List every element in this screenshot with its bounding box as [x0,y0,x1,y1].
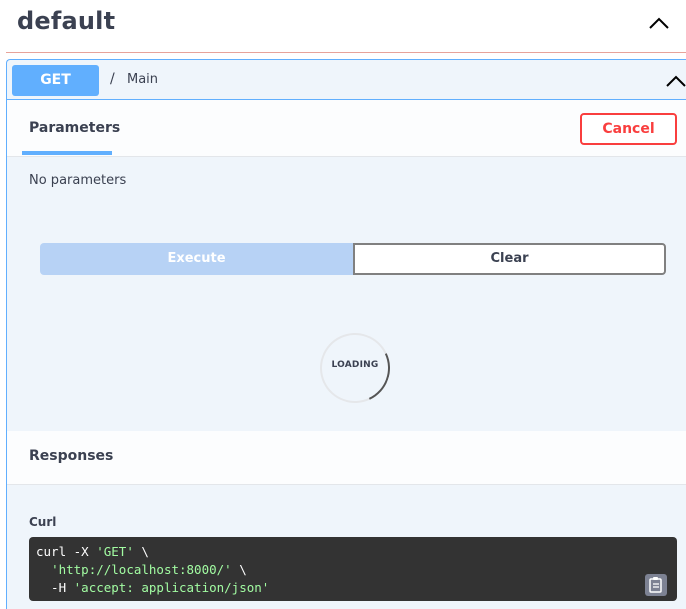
chevron-up-icon[interactable] [648,15,670,31]
curl-line: -H 'accept: application/json' [36,579,670,597]
tab-active-indicator [22,151,112,155]
curl-label: Curl [29,515,57,529]
loading-spinner: LOADING [310,323,400,413]
method-badge: GET [12,65,99,96]
responses-title: Responses [29,448,114,464]
curl-string: 'accept: application/json' [73,580,270,595]
curl-text: -H [36,580,74,595]
loading-text: LOADING [331,360,379,370]
execute-button[interactable]: Execute [40,243,353,275]
parameters-header: Parameters Cancel [7,100,686,157]
curl-string: 'GET' [96,544,134,559]
clear-button[interactable]: Clear [353,243,666,275]
operation-block: GET / Main Parameters Cancel No paramete… [6,59,686,609]
tab-parameters[interactable]: Parameters [29,120,120,136]
curl-text: \ [133,544,149,559]
curl-command[interactable]: curl -X 'GET' \ 'http://localhost:8000/'… [29,537,677,601]
path-separator: / [110,71,115,87]
no-parameters-text: No parameters [29,173,127,188]
cancel-button[interactable]: Cancel [580,113,677,145]
curl-line: curl -X 'GET' \ [36,543,670,561]
clipboard-icon[interactable] [645,574,667,596]
operation-path: Main [127,72,159,87]
tag-title[interactable]: default [17,7,115,35]
tag-header[interactable]: default [6,0,686,53]
curl-line: 'http://localhost:8000/' \ [36,561,670,579]
operation-summary[interactable]: GET / Main [7,60,686,100]
curl-text: curl -X [36,544,97,559]
curl-text [36,562,51,577]
chevron-up-icon[interactable] [665,73,686,87]
curl-string: 'http://localhost:8000/' [51,562,232,577]
curl-text: \ [231,562,247,577]
responses-header: Responses [7,431,686,485]
